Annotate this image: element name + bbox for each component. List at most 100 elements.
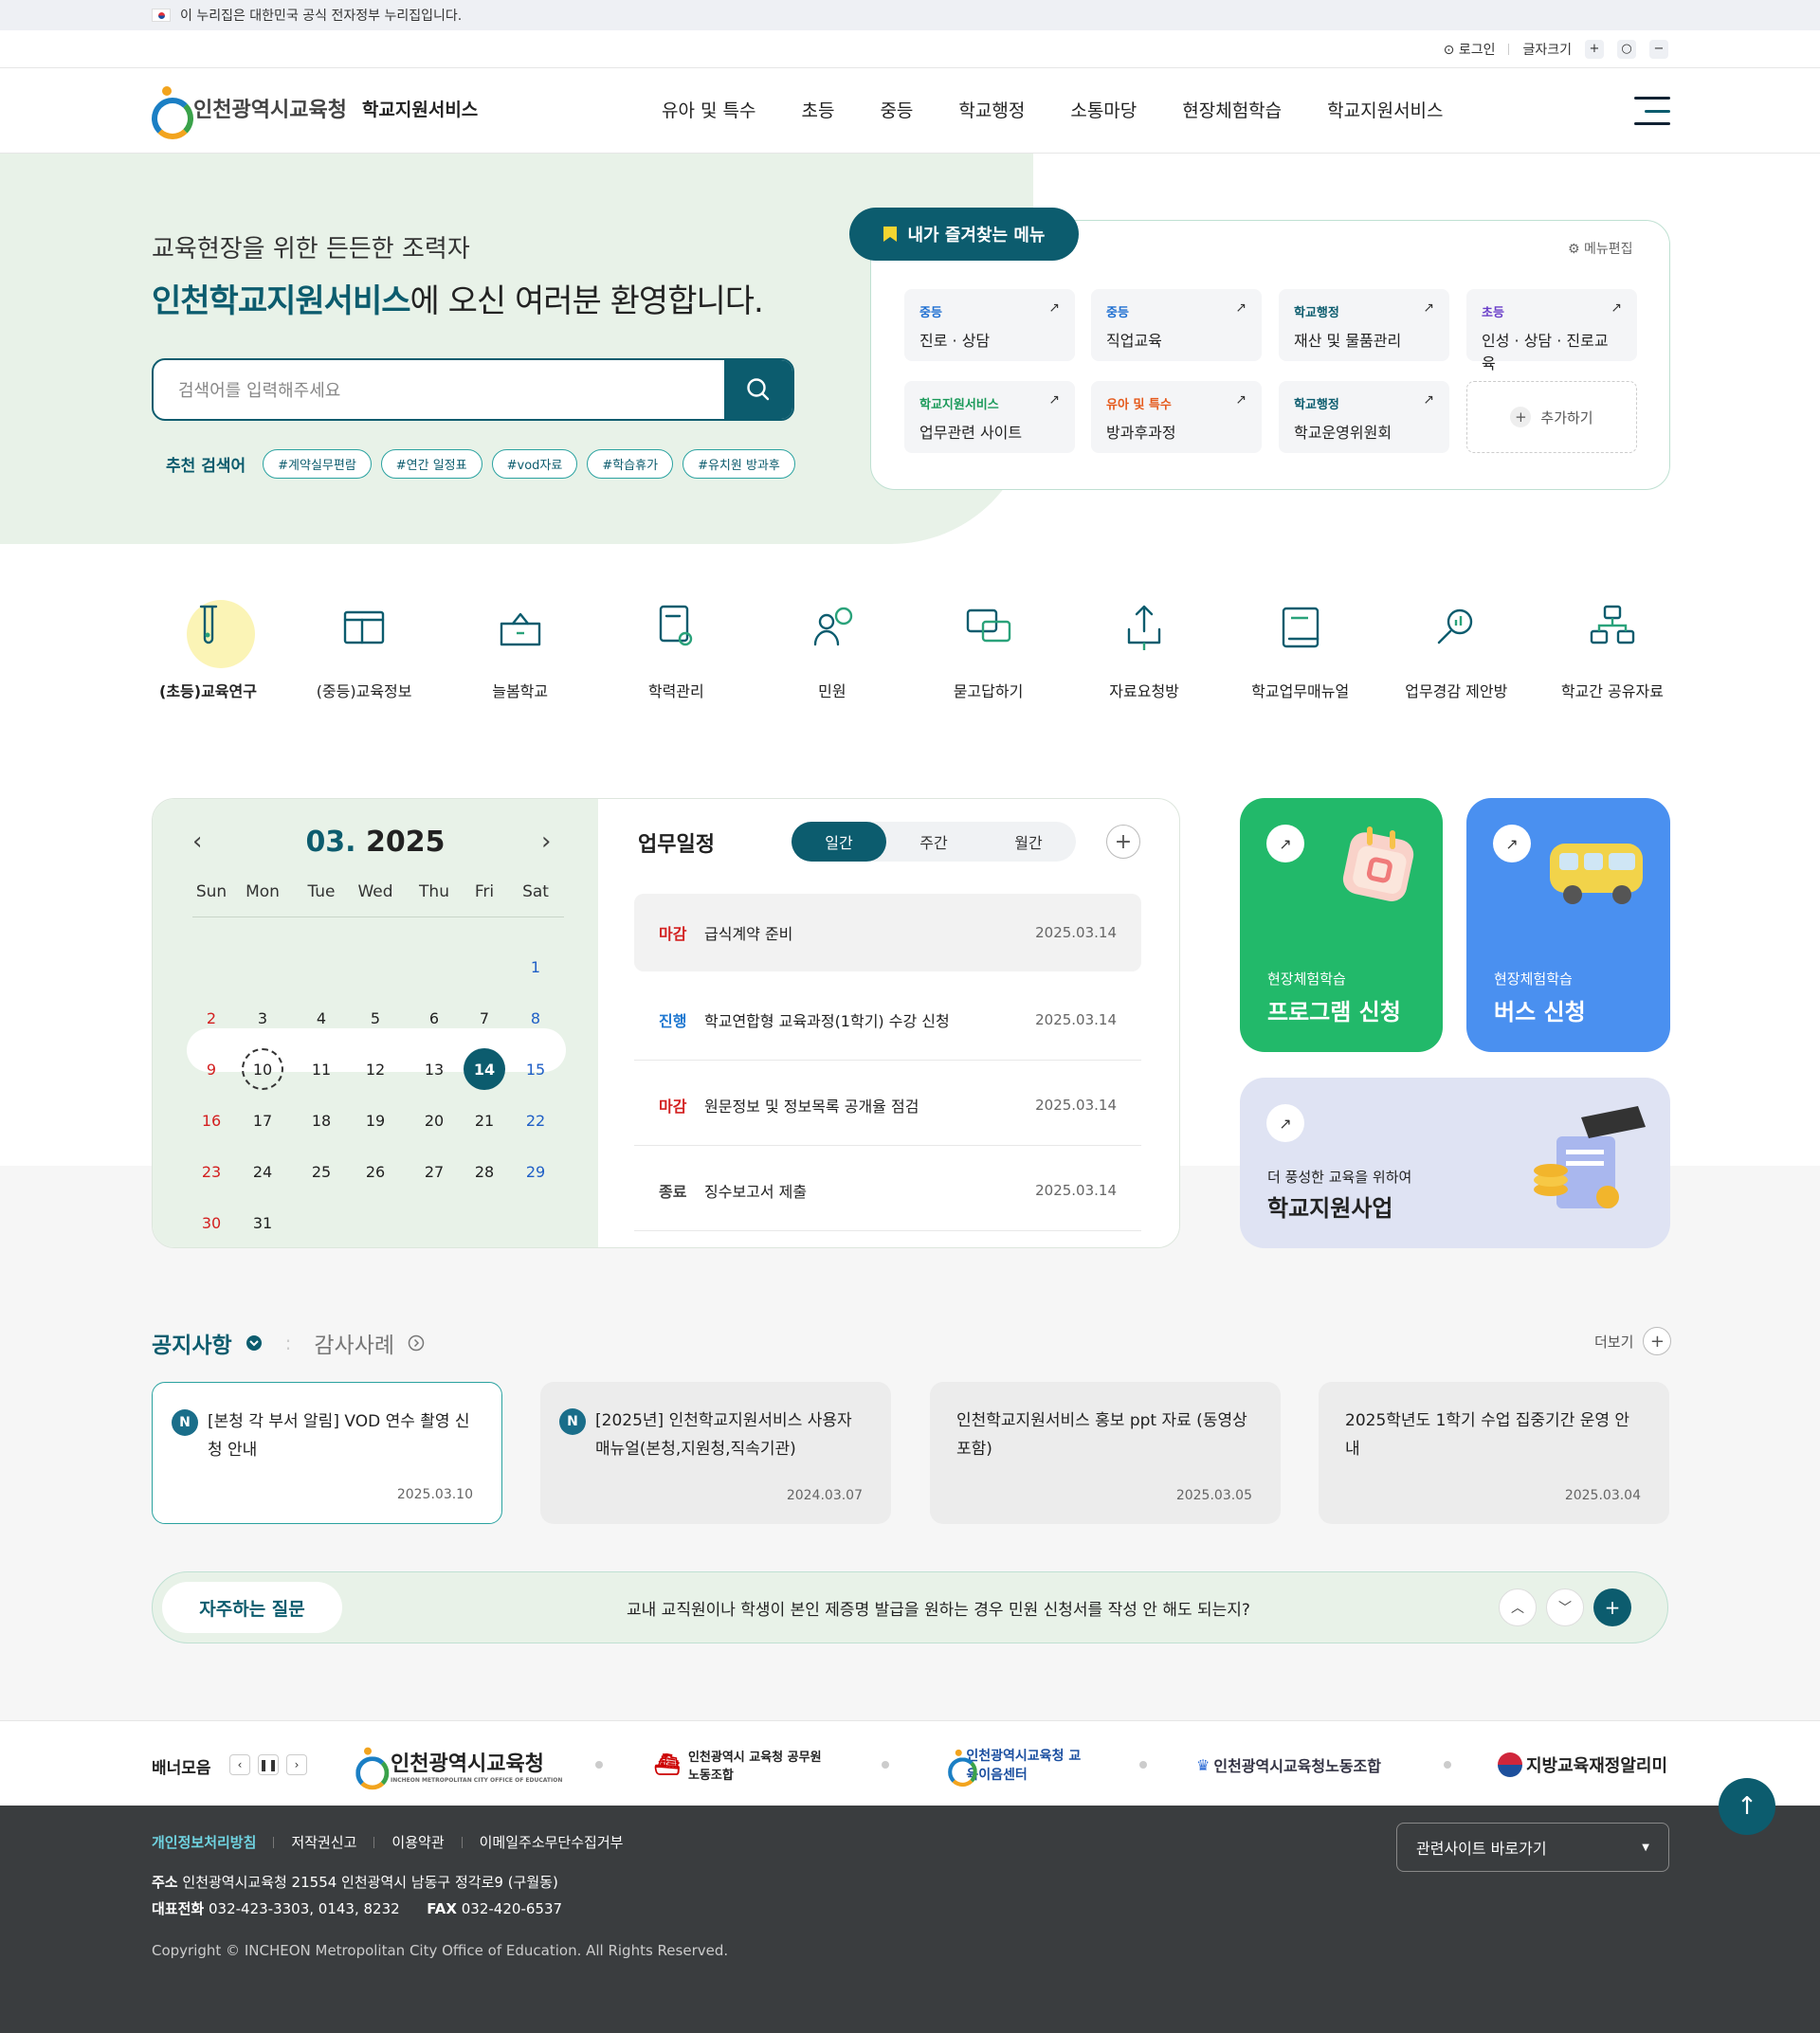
program-apply-banner[interactable]: ↗ 현장체험학습 프로그램 신청 [1240, 798, 1443, 1052]
calendar-day[interactable]: 3 [242, 997, 283, 1039]
nav-item-admin[interactable]: 학교행정 [958, 97, 1025, 122]
banner-prev-button[interactable]: ‹ [229, 1754, 250, 1775]
tab-notice[interactable]: 공지사항 [152, 1327, 232, 1359]
calendar-day[interactable]: 27 [413, 1151, 455, 1192]
terms-link[interactable]: 이용약관 [391, 1832, 444, 1852]
quick-menu-item[interactable]: 자료요청방 [1066, 597, 1223, 701]
keyword-tag[interactable]: #연간 일정표 [380, 449, 482, 479]
calendar-day[interactable]: 11 [300, 1048, 342, 1090]
quick-menu-item[interactable]: 묻고답하기 [910, 597, 1066, 701]
schedule-add-button[interactable]: + [1106, 825, 1140, 859]
nav-item-elementary[interactable]: 초등 [801, 97, 834, 122]
favorite-menu-item[interactable]: 학교행정 재산 및 물품관리 ↗ [1279, 289, 1449, 361]
calendar-day[interactable]: 9 [191, 1048, 232, 1090]
tab-weekly[interactable]: 주간 [886, 822, 981, 862]
favorite-add-button[interactable]: + 추가하기 [1466, 381, 1637, 453]
calendar-day[interactable]: 23 [191, 1151, 232, 1192]
calendar-day[interactable]: 22 [515, 1099, 556, 1141]
faq-question[interactable]: 교내 교직원이나 학생이 본인 제증명 발급을 원하는 경우 민원 신청서를 작… [627, 1596, 1250, 1620]
quick-menu-item[interactable]: 학력관리 [598, 597, 755, 701]
quick-menu-item[interactable]: (중등)교육정보 [286, 597, 443, 701]
calendar-day[interactable]: 25 [300, 1151, 342, 1192]
calendar-day[interactable]: 2 [191, 997, 232, 1039]
font-reset-button[interactable]: ○ [1617, 39, 1636, 59]
calendar-day[interactable]: 24 [242, 1151, 283, 1192]
menu-edit-button[interactable]: ⚙ 메뉴편집 [1568, 239, 1633, 258]
faq-label[interactable]: 자주하는 질문 [162, 1582, 342, 1633]
calendar-day[interactable]: 26 [355, 1151, 396, 1192]
quick-menu-item[interactable]: (초등)교육연구 [130, 597, 286, 701]
banner-next-button[interactable]: › [286, 1754, 307, 1775]
scroll-top-button[interactable]: ↑ [1719, 1778, 1775, 1835]
quick-menu-item[interactable]: 학교간 공유자료 [1534, 597, 1690, 701]
related-sites-select[interactable]: 관련사이트 바로가기 ▼ [1396, 1823, 1669, 1872]
calendar-day[interactable]: 13 [413, 1048, 455, 1090]
calendar-day[interactable]: 18 [300, 1099, 342, 1141]
quick-menu-item[interactable]: 업무경감 제안방 [1378, 597, 1535, 701]
bus-apply-banner[interactable]: ↗ 현장체험학습 버스 신청 [1466, 798, 1670, 1052]
menu-hamburger-icon[interactable] [1634, 97, 1670, 125]
privacy-policy-link[interactable]: 개인정보처리방침 [152, 1832, 256, 1852]
calendar-day[interactable]: 16 [191, 1099, 232, 1141]
banner-logo-labor-union[interactable]: ♛ 인천광역시교육청노동조합 [1196, 1744, 1381, 1786]
banner-logo-finance[interactable]: 지방교육재정알리미 [1498, 1744, 1667, 1786]
calendar-day[interactable]: 21 [464, 1099, 505, 1141]
calendar-day[interactable]: 19 [355, 1099, 396, 1141]
calendar-day[interactable]: 8 [515, 997, 556, 1039]
calendar-day[interactable]: 20 [413, 1099, 455, 1141]
tab-audit-cases[interactable]: 감사사례 [314, 1327, 394, 1359]
calendar-day[interactable]: 4 [300, 997, 342, 1039]
tab-daily[interactable]: 일간 [792, 822, 886, 862]
notice-card[interactable]: 인천학교지원서비스 홍보 ppt 자료 (동영상 포함) 2025.03.05 [930, 1382, 1281, 1524]
calendar-day[interactable]: 29 [515, 1151, 556, 1192]
favorite-menu-item[interactable]: 학교지원서비스 업무관련 사이트 ↗ [904, 381, 1075, 453]
quick-menu-item[interactable]: 늘봄학교 [442, 597, 598, 701]
search-button[interactable] [724, 360, 792, 419]
calendar-day[interactable]: 17 [242, 1099, 283, 1141]
schedule-row[interactable]: 마감 원문정보 및 정보목록 공개율 점검 2025.03.14 [634, 1064, 1141, 1146]
copyright-report-link[interactable]: 저작권신고 [291, 1832, 356, 1852]
search-input[interactable]: 검색어를 입력해주세요 [154, 377, 724, 402]
login-link[interactable]: ⊙ 로그인 [1444, 40, 1496, 59]
calendar-day-selected[interactable]: 14 [464, 1048, 505, 1090]
tab-monthly[interactable]: 월간 [981, 822, 1076, 862]
faq-more-button[interactable]: + [1593, 1588, 1631, 1626]
keyword-tag[interactable]: #vod자료 [491, 449, 578, 479]
banner-logo-union[interactable]: ⛴ 인천광역시 교육청 공무원노동조합 [654, 1744, 825, 1786]
faq-next-button[interactable]: ﹀ [1546, 1588, 1584, 1626]
nav-item-communication[interactable]: 소통마당 [1070, 97, 1137, 122]
favorite-menu-item[interactable]: 유아 및 특수 방과후과정 ↗ [1091, 381, 1262, 453]
notice-card[interactable]: N [2025년] 인천학교지원서비스 사용자 매뉴얼(본청,지원청,직속기관) 2… [540, 1382, 891, 1524]
calendar-day[interactable]: 28 [464, 1151, 505, 1192]
notice-card[interactable]: N [본청 각 부서 알림] VOD 연수 촬영 신청 안내 2025.03.10 [152, 1382, 502, 1524]
quick-menu-item[interactable]: 학교업무매뉴얼 [1222, 597, 1378, 701]
calendar-day-today[interactable]: 10 [242, 1048, 283, 1090]
banner-logo-ieum-center[interactable]: 인천광역시교육청 교육이음센터 [943, 1744, 1085, 1788]
schedule-row[interactable]: 종료 징수보고서 제출 2025.03.14 [634, 1150, 1141, 1231]
schedule-row[interactable]: 진행 학교연합형 교육과정(1학기) 수강 신청 2025.03.14 [634, 979, 1141, 1061]
nav-item-kindergarten[interactable]: 유아 및 특수 [662, 97, 755, 122]
keyword-tag[interactable]: #유치원 방과후 [682, 449, 795, 479]
nav-item-secondary[interactable]: 중등 [880, 97, 913, 122]
font-decrease-button[interactable]: − [1649, 39, 1668, 59]
school-support-banner[interactable]: ↗ 더 풍성한 교육을 위하여 학교지원사업 [1240, 1078, 1670, 1248]
favorite-menu-item[interactable]: 학교행정 학교운영위원회 ↗ [1279, 381, 1449, 453]
keyword-tag[interactable]: #계약실무편람 [263, 449, 372, 479]
notice-card[interactable]: 2025학년도 1학기 수업 집중기간 운영 안내 2025.03.04 [1319, 1382, 1669, 1524]
favorite-menu-item[interactable]: 중등 직업교육 ↗ [1091, 289, 1262, 361]
email-refusal-link[interactable]: 이메일주소무단수집거부 [480, 1832, 624, 1852]
calendar-day[interactable]: 15 [515, 1048, 556, 1090]
favorite-menu-item[interactable]: 중등 진로 · 상담 ↗ [904, 289, 1075, 361]
calendar-day[interactable]: 6 [413, 997, 455, 1039]
banner-pause-button[interactable]: ❚❚ [258, 1754, 279, 1775]
banner-logo-incheon-edu[interactable]: 인천광역시교육청 INCHEON METROPOLITAN CITY OFFICE… [351, 1744, 562, 1790]
calendar-day[interactable]: 1 [515, 946, 556, 988]
calendar-next-button[interactable]: › [541, 827, 551, 856]
calendar-day[interactable]: 31 [242, 1202, 283, 1243]
keyword-tag[interactable]: #학습휴가 [587, 449, 674, 479]
calendar-day[interactable]: 12 [355, 1048, 396, 1090]
font-increase-button[interactable]: + [1585, 39, 1604, 59]
calendar-day[interactable]: 7 [464, 997, 505, 1039]
nav-item-school-support[interactable]: 학교지원서비스 [1327, 97, 1443, 122]
calendar-day[interactable]: 5 [355, 997, 396, 1039]
